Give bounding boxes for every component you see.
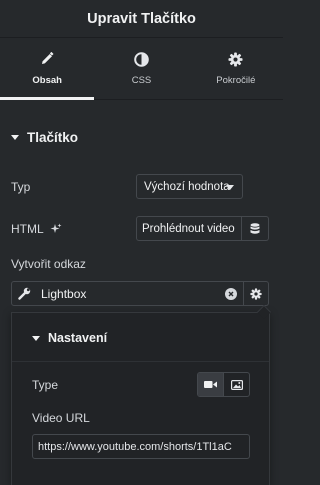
image-icon (230, 379, 243, 390)
tab-content[interactable]: Obsah (0, 38, 95, 100)
media-type-toggle (197, 372, 250, 397)
panel-title: Upravit Tlačítko (0, 0, 283, 38)
tab-css[interactable]: CSS (94, 38, 188, 99)
chevron-down-icon (226, 185, 234, 190)
popover-section-toggle[interactable]: Nastavení (32, 331, 107, 345)
tab-label: Obsah (32, 75, 62, 86)
video-type-option[interactable] (198, 373, 223, 396)
video-camera-icon (204, 380, 217, 389)
popover-notch (256, 304, 272, 320)
database-icon (250, 222, 260, 235)
popover-title: Nastavení (48, 331, 108, 345)
section-toggle[interactable]: Tlačítko (11, 130, 78, 145)
tab-label: CSS (131, 75, 152, 86)
gear-icon (228, 51, 243, 67)
html-label: HTML (11, 222, 44, 236)
divider (12, 361, 269, 362)
link-settings-popover: Nastavení Type Video URL https://www.you… (11, 304, 272, 485)
html-label-row: HTML (11, 222, 62, 236)
caret-down-icon (32, 335, 40, 341)
wrench-icon (18, 287, 31, 300)
popover-type-label: Type (32, 378, 59, 392)
link-label: Vytvořit odkaz (11, 257, 86, 271)
ai-sparkle-icon[interactable] (50, 223, 62, 235)
video-url-label: Video URL (32, 411, 90, 425)
link-input[interactable]: Lightbox (11, 281, 244, 306)
caret-down-icon (11, 135, 19, 140)
section-title: Tlačítko (27, 130, 79, 145)
gear-icon (250, 287, 262, 300)
video-url-input[interactable]: https://www.youtube.com/shorts/1Tl1aC (32, 434, 250, 459)
tab-advanced[interactable]: Pokročilé (189, 38, 283, 99)
tab-label: Pokročilé (216, 75, 256, 86)
clear-icon[interactable] (225, 288, 237, 300)
type-select[interactable]: Výchozí hodnota (136, 174, 243, 199)
type-select-value: Výchozí hodnota (144, 180, 230, 193)
tab-bar: Obsah CSS Pokročilé (0, 38, 283, 100)
link-value: Lightbox (41, 286, 87, 301)
link-settings-button[interactable] (244, 281, 269, 306)
type-label: Typ (11, 180, 31, 194)
html-text-input[interactable]: Prohlédnout video (136, 216, 242, 241)
dynamic-tags-button[interactable] (242, 216, 269, 241)
pencil-icon (40, 51, 54, 67)
image-type-option[interactable] (223, 373, 249, 396)
half-circle-icon (134, 51, 149, 67)
